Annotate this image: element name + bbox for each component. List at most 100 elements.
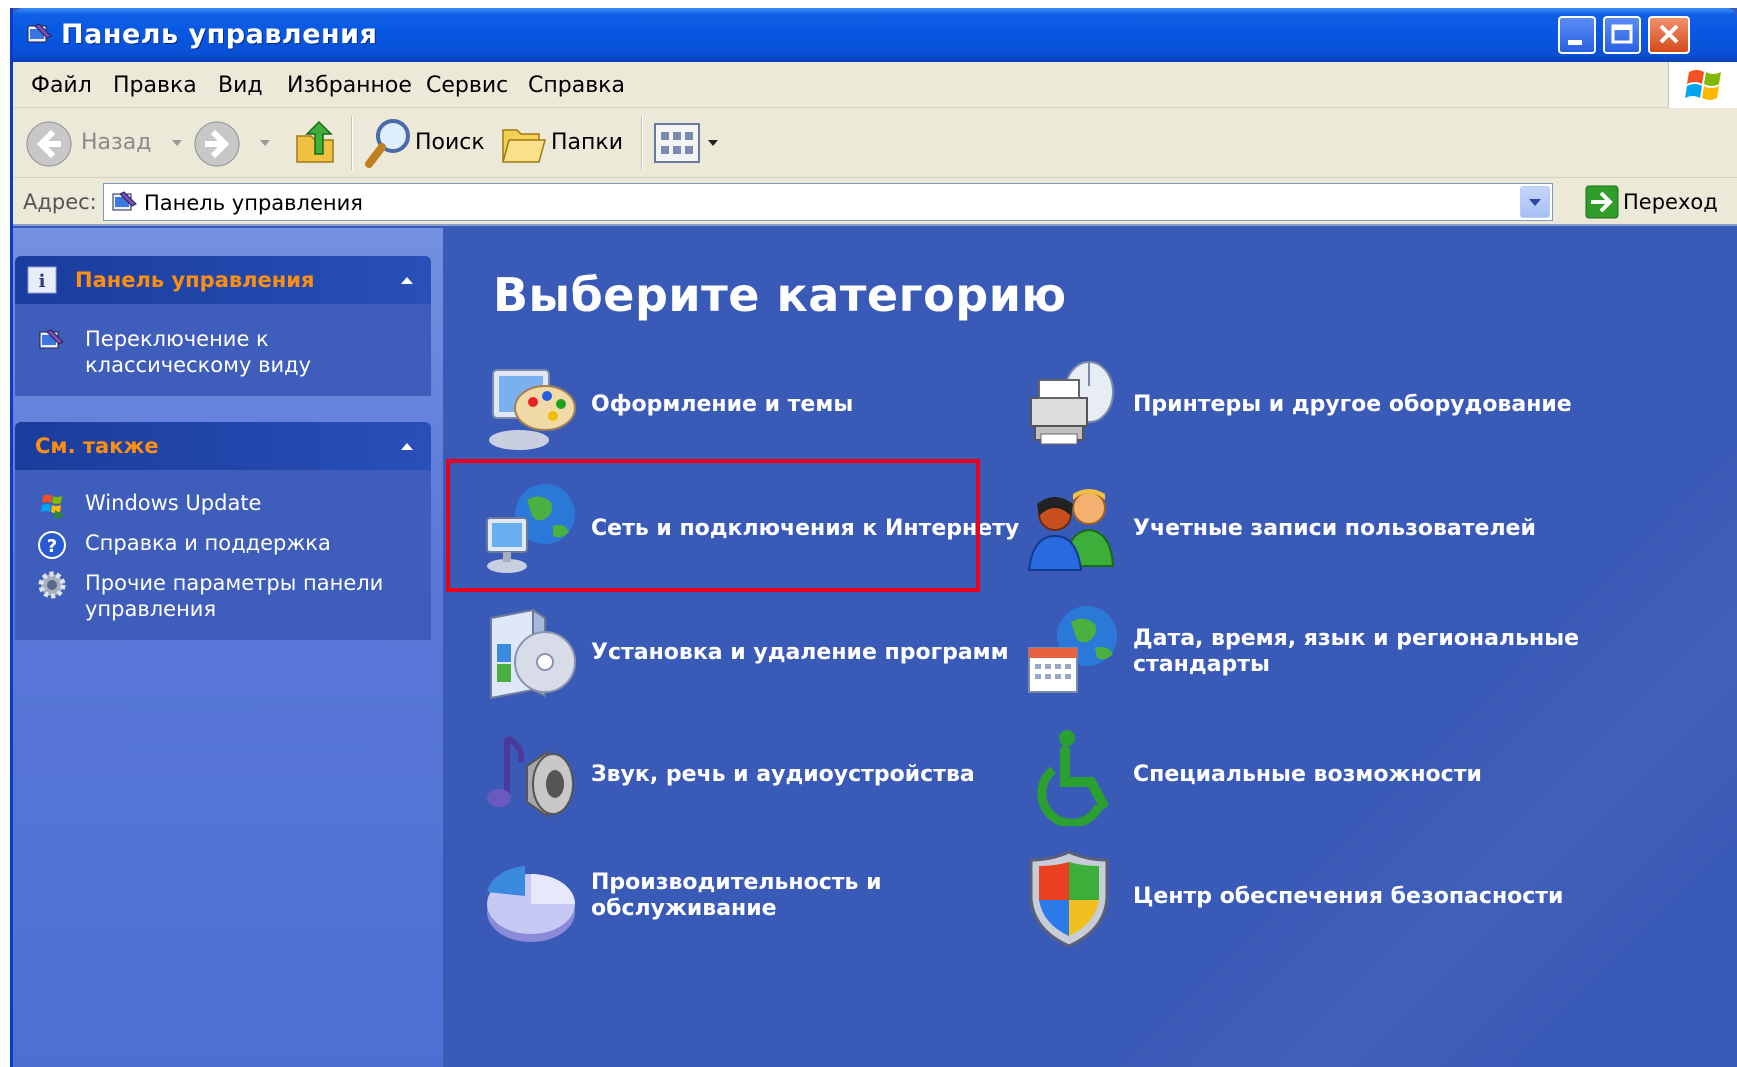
title-bar: Панель управления [13, 8, 1737, 62]
maximize-button[interactable] [1603, 16, 1641, 54]
category-label: Звук, речь и аудиоустройства [591, 762, 975, 787]
forward-arrow-icon [194, 121, 240, 167]
windows-update-link[interactable]: Windows Update [85, 490, 261, 516]
accessibility-wheelchair-icon [1037, 730, 1108, 826]
category-printers-hardware[interactable]: Принтеры и другое оборудование [1025, 356, 1665, 456]
highlight-frame [446, 459, 980, 592]
windows-logo [1668, 62, 1737, 108]
category-label: Учетные записи пользователей [1133, 516, 1536, 541]
taskbox-body: Переключение к классическому виду [15, 304, 431, 396]
address-bar: Адрес: Панель управления Переход [13, 178, 1737, 226]
category-accessibility[interactable]: Специальные возможности [1025, 726, 1665, 826]
taskbox-title: Панель управления [75, 268, 315, 292]
category-performance-maintenance[interactable]: Производительность и обслуживание [483, 848, 993, 948]
menu-file[interactable]: Файл [31, 73, 92, 98]
back-arrow-icon [26, 121, 72, 167]
control-panel-taskbox: i Панель управления Переключение к класс… [15, 256, 431, 396]
performance-pie-icon [487, 866, 575, 942]
svg-text:i: i [39, 271, 46, 292]
folders-button[interactable]: Папки [499, 114, 629, 172]
taskbox-header[interactable]: i Панель управления [15, 256, 431, 304]
up-folder-icon[interactable] [293, 118, 339, 168]
printer-icon [1030, 361, 1114, 445]
user-accounts-icon [1027, 489, 1115, 571]
control-panel-icon [27, 23, 52, 43]
category-label: Центр обеспечения безопасности [1133, 884, 1564, 909]
category-appearance-themes[interactable]: Оформление и темы [483, 356, 993, 456]
svg-text:?: ? [47, 536, 57, 557]
category-view: Выберите категорию Оформление и темы Сет… [443, 228, 1737, 1067]
toolbar-separator [641, 116, 643, 170]
views-grid-icon [654, 123, 700, 163]
collapse-chevron-icon[interactable] [397, 436, 417, 456]
taskbox-title: См. также [35, 434, 159, 458]
link-line: Прочие параметры панели [85, 571, 384, 595]
label-line: Производительность и [591, 870, 882, 895]
task-pane: i Панель управления Переключение к класс… [13, 228, 443, 1067]
address-dropdown-button[interactable] [1520, 186, 1550, 218]
category-label: Принтеры и другое оборудование [1133, 392, 1572, 417]
views-button[interactable] [653, 122, 723, 166]
category-security-center[interactable]: Центр обеспечения безопасности [1025, 848, 1665, 948]
other-options-link[interactable]: Прочие параметры панели управления [85, 570, 383, 622]
taskbox-header[interactable]: См. также [15, 422, 431, 470]
menu-view[interactable]: Вид [218, 73, 263, 98]
chevron-down-icon [708, 140, 718, 146]
category-label: Дата, время, язык и региональные стандар… [1133, 626, 1579, 678]
category-label: Оформление и темы [591, 392, 854, 417]
gear-icon [38, 571, 66, 599]
menu-help[interactable]: Справка [528, 73, 625, 98]
close-icon [1659, 24, 1679, 44]
window-title: Панель управления [61, 19, 378, 50]
back-button[interactable]: Назад [25, 116, 185, 170]
collapse-chevron-icon[interactable] [397, 270, 417, 290]
link-line: управления [85, 597, 217, 621]
switch-classic-view-link[interactable]: Переключение к классическому виду [85, 326, 311, 378]
maximize-icon [1611, 24, 1633, 44]
link-line: Переключение к [85, 327, 269, 351]
go-label[interactable]: Переход [1623, 190, 1718, 214]
link-line: классическому виду [85, 353, 312, 377]
toolbar: Назад Поиск Папки [13, 108, 1737, 178]
label-line: Дата, время, язык и региональные [1133, 626, 1580, 651]
menu-tools[interactable]: Сервис [426, 73, 508, 98]
page-title: Выберите категорию [493, 268, 1067, 322]
category-label: Производительность и обслуживание [591, 870, 881, 922]
appearance-themes-icon [489, 369, 576, 450]
label-line: стандарты [1133, 652, 1270, 677]
menu-bar: Файл Правка Вид Избранное Сервис Справка [13, 62, 1737, 108]
minimize-button[interactable] [1558, 16, 1596, 54]
category-sound-speech-audio[interactable]: Звук, речь и аудиоустройства [483, 726, 993, 826]
category-label: Установка и удаление программ [591, 640, 1009, 665]
minimize-icon [1568, 40, 1582, 45]
forward-button[interactable] [193, 116, 273, 170]
taskbox-body: Windows Update ? Справка и поддержка Про… [15, 470, 431, 640]
folders-label: Папки [551, 130, 623, 155]
windows-flag-icon [1685, 70, 1721, 100]
chevron-down-icon [1529, 199, 1541, 206]
chevron-down-icon [260, 140, 270, 146]
menu-edit[interactable]: Правка [113, 73, 197, 98]
date-time-globe-icon [1028, 606, 1117, 693]
toolbar-separator [351, 116, 353, 170]
category-date-time-language[interactable]: Дата, время, язык и региональные стандар… [1025, 604, 1685, 704]
windows-update-icon [41, 494, 65, 519]
help-support-link[interactable]: Справка и поддержка [85, 530, 331, 556]
sound-speaker-icon [487, 735, 574, 818]
menu-favorites[interactable]: Избранное [287, 73, 412, 98]
control-panel-icon [112, 191, 137, 211]
help-icon: ? [38, 531, 66, 559]
address-input[interactable]: Панель управления [103, 183, 1553, 221]
search-button[interactable]: Поиск [363, 114, 493, 172]
label-line: обслуживание [591, 896, 777, 921]
category-add-remove-programs[interactable]: Установка и удаление программ [483, 604, 1009, 704]
category-user-accounts[interactable]: Учетные записи пользователей [1025, 480, 1665, 580]
security-shield-icon [1029, 850, 1109, 948]
search-label: Поиск [415, 130, 485, 155]
go-arrow-icon[interactable] [1585, 185, 1619, 219]
address-label: Адрес: [23, 190, 97, 214]
search-icon [365, 119, 410, 168]
close-button[interactable] [1648, 16, 1690, 54]
control-panel-icon [39, 329, 64, 349]
address-value: Панель управления [144, 191, 363, 215]
